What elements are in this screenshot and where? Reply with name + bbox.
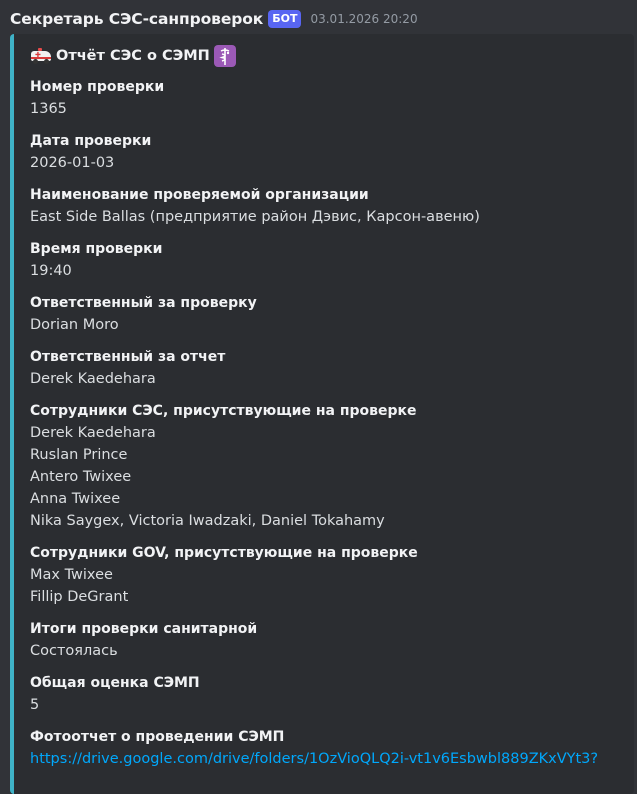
photo-report-link[interactable]: https://drive.google.com/drive/folders/1… bbox=[30, 748, 630, 770]
field-ses-staff: Сотрудники СЭС, присутствующие на провер… bbox=[30, 401, 630, 532]
field-responsible-report: Ответственный за отчет Derek Kaedehara bbox=[30, 347, 630, 390]
field-inspection-date: Дата проверки 2026-01-03 bbox=[30, 131, 630, 174]
field-value: Dorian Moro bbox=[30, 317, 119, 333]
field-value: Derek Kaedehara bbox=[30, 371, 156, 387]
field-responsible-inspection: Ответственный за проверку Dorian Moro bbox=[30, 293, 630, 336]
field-name: Время проверки bbox=[30, 241, 163, 257]
field-value: 5 bbox=[30, 697, 40, 713]
embed-title-text: Отчёт СЭС о СЭМП bbox=[56, 48, 210, 64]
field-value: Состоялась bbox=[30, 643, 118, 659]
field-organization: Наименование проверяемой организации Eas… bbox=[30, 185, 630, 228]
field-name: Наименование проверяемой организации bbox=[30, 187, 369, 203]
field-inspection-number: Номер проверки 1365 bbox=[30, 77, 630, 120]
embed-fields: Номер проверки 1365 Дата проверки 2026-0… bbox=[30, 77, 630, 781]
field-name: Дата проверки bbox=[30, 133, 152, 149]
field-name: Ответственный за проверку bbox=[30, 295, 257, 311]
field-name: Номер проверки bbox=[30, 79, 165, 95]
field-inspection-time: Время проверки 19:40 bbox=[30, 239, 630, 282]
bot-badge: БОТ bbox=[268, 10, 302, 28]
field-name: Фотоотчет о проведении СЭМП bbox=[30, 729, 285, 745]
field-name: Ответственный за отчет bbox=[30, 349, 226, 365]
field-name: Сотрудники GOV, присутствующие на провер… bbox=[30, 545, 418, 561]
field-value: 1365 bbox=[30, 101, 67, 117]
field-value: 19:40 bbox=[30, 263, 72, 279]
field-inspection-result: Итоги проверки санитарной Состоялась bbox=[30, 619, 630, 662]
ambulance-icon: ✚ bbox=[30, 48, 52, 64]
report-embed: ✚ Отчёт СЭС о СЭМП Номер проверки 1365 Д… bbox=[10, 34, 634, 794]
field-name: Итоги проверки санитарной bbox=[30, 621, 258, 637]
field-overall-rating: Общая оценка СЭМП 5 bbox=[30, 673, 630, 716]
field-value: Max Twixee Fillip DeGrant bbox=[30, 567, 129, 605]
field-name: Общая оценка СЭМП bbox=[30, 675, 200, 691]
field-photo-report: Фотоотчет о проведении СЭМП https://driv… bbox=[30, 727, 630, 770]
author-name[interactable]: Секретарь СЭС-санпроверок bbox=[10, 10, 263, 28]
field-name: Сотрудники СЭС, присутствующие на провер… bbox=[30, 403, 417, 419]
message-timestamp[interactable]: 03.01.2026 20:20 bbox=[310, 12, 417, 26]
field-value: 2026-01-03 bbox=[30, 155, 115, 171]
field-value: Derek Kaedehara Ruslan Prince Antero Twi… bbox=[30, 425, 385, 529]
medical-symbol-icon bbox=[213, 45, 236, 67]
field-value: East Side Ballas (предприятие район Дэви… bbox=[30, 209, 480, 225]
embed-title: ✚ Отчёт СЭС о СЭМП bbox=[30, 43, 236, 69]
field-gov-staff: Сотрудники GOV, присутствующие на провер… bbox=[30, 543, 630, 608]
message-header: Секретарь СЭС-санпроверок БОТ 03.01.2026… bbox=[10, 8, 418, 30]
